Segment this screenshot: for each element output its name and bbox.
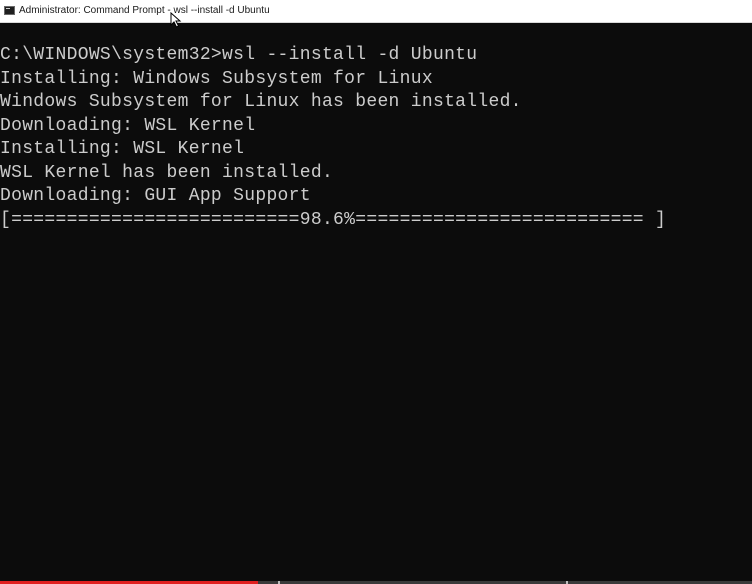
- mouse-cursor-icon: [170, 12, 182, 28]
- title-bar[interactable]: Administrator: Command Prompt - wsl --in…: [0, 0, 752, 28]
- cmd-icon: [4, 6, 15, 15]
- window-title: Administrator: Command Prompt - wsl --in…: [19, 5, 270, 16]
- console-output[interactable]: C:\WINDOWS\system32>wsl --install -d Ubu…: [0, 44, 752, 544]
- console-line-kernel-installed: WSL Kernel has been installed.: [0, 162, 334, 183]
- console-line-command: C:\WINDOWS\system32>wsl --install -d Ubu…: [0, 45, 478, 65]
- console-progress-bar: [==========================98.6%========…: [0, 209, 667, 230]
- console-line-downloading-gui: Downloading: GUI App Support: [0, 186, 311, 206]
- console-line-installing-wsl: Installing: Windows Subsystem for Linux: [0, 68, 433, 89]
- command-prompt-window: Administrator: Command Prompt - wsl --in…: [0, 0, 752, 584]
- console-line-installing-kernel: Installing: WSL Kernel: [0, 139, 245, 159]
- console-line-downloading-kernel: Downloading: WSL Kernel: [0, 115, 256, 136]
- console-line-wsl-installed: Windows Subsystem for Linux has been ins…: [0, 92, 522, 112]
